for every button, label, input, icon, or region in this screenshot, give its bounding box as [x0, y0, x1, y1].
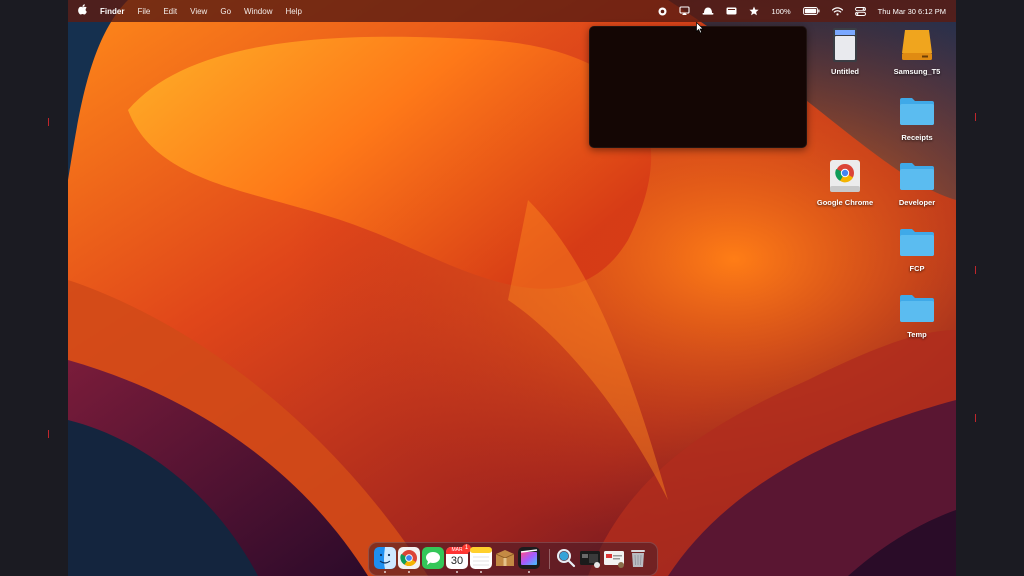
star-menu-icon[interactable]: [749, 0, 760, 22]
dock-archive-utility[interactable]: [494, 547, 516, 569]
menu-bar: Finder File Edit View Go Window Help 100…: [68, 0, 956, 22]
dock-running-dot: [384, 571, 386, 573]
dock-running-dot: [480, 571, 482, 573]
desktop-icon-untitled[interactable]: Untitled: [813, 27, 877, 76]
menu-go[interactable]: Go: [220, 7, 231, 16]
messages-icon: [422, 547, 444, 569]
finder-icon: [374, 547, 396, 569]
menu-view[interactable]: View: [190, 7, 207, 16]
final-cut-pro-icon: [518, 547, 540, 569]
calendar-day: 30: [450, 555, 464, 567]
incognito-hat-icon[interactable]: [702, 0, 714, 22]
dock-screen-saver[interactable]: [555, 547, 577, 569]
folder-icon: [899, 93, 935, 129]
folder-icon: [899, 158, 935, 194]
dock-notes[interactable]: [470, 547, 492, 569]
wifi-icon[interactable]: [831, 0, 843, 22]
chrome-icon: [398, 547, 420, 569]
folder-icon: [899, 224, 935, 260]
desktop-icon-label: Untitled: [831, 67, 859, 76]
menu-extra-popup[interactable]: [589, 26, 807, 148]
record-status-icon[interactable]: [658, 0, 667, 22]
dock-calendar[interactable]: MAR 30 1: [446, 544, 471, 569]
desktop-icon-temp[interactable]: Temp: [885, 290, 949, 339]
desktop-icon-developer[interactable]: Developer: [885, 158, 949, 207]
control-center-icon[interactable]: [854, 0, 866, 22]
screen-mirror-icon[interactable]: [679, 0, 690, 22]
dock-chrome[interactable]: [398, 547, 420, 569]
desktop-icon-google-chrome[interactable]: Google Chrome: [813, 158, 877, 207]
chrome-installer-icon: [827, 158, 863, 194]
desktop-wallpaper: [68, 0, 956, 576]
dock-messages[interactable]: [422, 547, 444, 569]
desktop-screen[interactable]: Finder File Edit View Go Window Help 100…: [68, 0, 956, 576]
frame-tick-right: [975, 266, 976, 274]
desktop-icon-label: Google Chrome: [816, 198, 874, 207]
dock: MAR 30 1: [368, 542, 658, 576]
trash-icon: [631, 550, 645, 567]
frame-tick-left: [48, 430, 49, 438]
battery-percent: 100%: [771, 6, 791, 16]
external-drive-icon: [899, 27, 935, 63]
desktop-icon-fcp[interactable]: FCP: [885, 224, 949, 273]
apple-menu-icon[interactable]: [78, 4, 87, 18]
menu-edit[interactable]: Edit: [163, 7, 177, 16]
dock-running-dot: [528, 571, 530, 573]
dock-trash[interactable]: [627, 547, 649, 569]
menu-file[interactable]: File: [137, 7, 150, 16]
desktop-icon-label: Developer: [898, 198, 936, 207]
desktop-icon-label: Receipts: [901, 133, 933, 142]
desktop-icon-label: FCP: [909, 264, 925, 273]
menu-help[interactable]: Help: [285, 7, 301, 16]
window-thumbnail-icon: [604, 551, 624, 568]
frame-tick-right: [975, 414, 976, 422]
archive-box-icon: [495, 550, 515, 566]
window-thumbnail-icon: [580, 551, 600, 568]
display-menu-icon[interactable]: [726, 0, 737, 22]
dock-preview-window[interactable]: [579, 547, 601, 569]
dock-finder[interactable]: [374, 547, 396, 569]
sd-card-icon: [827, 27, 863, 63]
folder-icon: [899, 290, 935, 326]
frame-tick-left: [48, 118, 49, 126]
menu-app-name[interactable]: Finder: [100, 7, 124, 16]
dock-preview-window-2[interactable]: [603, 547, 625, 569]
menu-window[interactable]: Window: [244, 7, 272, 16]
desktop-icon-samsung-t5[interactable]: Samsung_T5: [885, 27, 949, 76]
desktop-icon-receipts[interactable]: Receipts: [885, 93, 949, 142]
dock-final-cut-pro[interactable]: [518, 547, 540, 569]
menu-clock[interactable]: Thu Mar 30 6:12 PM: [878, 7, 946, 16]
frame-tick-right: [975, 113, 976, 121]
mouse-cursor-icon: [696, 21, 705, 39]
desktop-icon-label: Temp: [907, 330, 927, 339]
notes-icon: [470, 547, 492, 569]
magnifier-icon: [557, 549, 576, 568]
battery-icon[interactable]: [802, 0, 820, 22]
desktop-icon-label: Samsung_T5: [893, 67, 941, 76]
dock-running-dot: [408, 571, 410, 573]
dock-separator: [549, 549, 550, 569]
dock-running-dot: [456, 571, 458, 573]
